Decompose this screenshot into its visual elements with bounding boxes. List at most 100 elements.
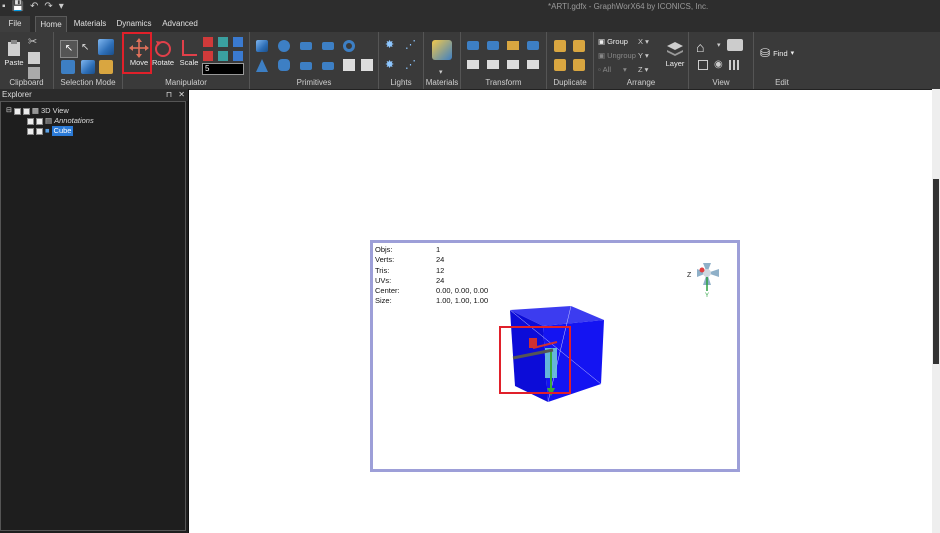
- snap-scale-icon[interactable]: [233, 37, 243, 47]
- lock-icon[interactable]: [22, 107, 30, 115]
- duplicate-array-icon[interactable]: [573, 40, 585, 52]
- eye-icon[interactable]: ◉: [714, 59, 726, 71]
- select-face-icon[interactable]: [81, 60, 95, 74]
- select-pointer-icon[interactable]: ↖: [60, 40, 78, 58]
- ungroup-icon: ▣: [598, 51, 606, 60]
- customize-dropdown-icon[interactable]: ▾: [59, 1, 64, 13]
- close-icon[interactable]: ✕: [178, 90, 185, 99]
- tree-item-3d-view[interactable]: ⊟ ▦ 3D View: [6, 106, 69, 116]
- group-selection-mode: ↖ ↖ Selection Mode: [54, 32, 123, 89]
- decrease-rotate-icon[interactable]: [218, 51, 228, 61]
- copy-icon[interactable]: [28, 52, 40, 64]
- visibility-icon[interactable]: [27, 127, 34, 135]
- lock-icon[interactable]: [36, 127, 43, 135]
- stat-key: Objs:: [375, 245, 393, 254]
- group-lights: ✸ ⋰ ✸ ⋰ Lights: [379, 32, 424, 89]
- duplicate-circular-icon[interactable]: [554, 59, 566, 71]
- camera-icon[interactable]: [727, 39, 743, 51]
- duplicate-icon[interactable]: [554, 40, 566, 52]
- spot-light-icon[interactable]: ⋰: [405, 59, 417, 71]
- point-light-icon[interactable]: ✸: [385, 39, 397, 51]
- ambient-light-icon[interactable]: ✸: [385, 59, 397, 71]
- decrease-scale-icon[interactable]: [233, 51, 243, 61]
- reset-transform-icon[interactable]: [527, 60, 539, 69]
- group-button[interactable]: ▣ Group: [598, 37, 628, 46]
- primitive-wedge-icon[interactable]: [300, 62, 312, 70]
- all-dropdown-icon: ▾: [623, 65, 627, 74]
- primitive-cone-icon[interactable]: [256, 59, 268, 72]
- primitive-cylinder-icon[interactable]: [278, 59, 290, 71]
- paste-button[interactable]: Paste: [3, 38, 25, 67]
- directional-light-icon[interactable]: ⋰: [405, 39, 417, 51]
- visibility-icon[interactable]: [27, 117, 34, 125]
- rotate-180-icon[interactable]: [487, 60, 499, 69]
- tree-item-cube[interactable]: ■ Cube: [27, 126, 74, 136]
- mirror-icon[interactable]: [507, 60, 519, 69]
- stat-row: Size: 1.00, 1.00, 1.00: [375, 296, 488, 306]
- materials-icon[interactable]: [432, 40, 452, 60]
- layer-button[interactable]: Layer: [664, 39, 686, 68]
- home-view-icon[interactable]: ⌂: [696, 39, 712, 55]
- tree-item-annotations[interactable]: ▤ Annotations: [27, 116, 94, 126]
- tab-home[interactable]: Home: [35, 16, 67, 33]
- select-material-icon[interactable]: [99, 60, 113, 74]
- distribute-icon[interactable]: [527, 41, 539, 50]
- tab-advanced[interactable]: Advanced: [160, 16, 200, 32]
- scale-button[interactable]: Scale: [178, 38, 200, 67]
- group-transform: Transform: [461, 32, 547, 89]
- select-vertex-icon[interactable]: [61, 60, 75, 74]
- duplicate-grid-icon[interactable]: [573, 59, 585, 71]
- explorer-panel: Explorer ⊓ ✕ ⊟ ▦ 3D View ▤ Annotations ■…: [0, 89, 189, 533]
- collapse-icon[interactable]: ⊟: [6, 106, 12, 116]
- group-label: Group: [607, 37, 628, 46]
- find-button[interactable]: ⛁ Find ▾: [760, 46, 794, 60]
- save-icon[interactable]: 💾: [12, 1, 24, 13]
- snap-move-icon[interactable]: [203, 37, 213, 47]
- scrollbar-thumb[interactable]: [933, 179, 939, 364]
- grid-icon[interactable]: [729, 60, 739, 70]
- pin-icon[interactable]: ⊓: [166, 90, 172, 99]
- align-y-button[interactable]: Y ▾: [638, 51, 649, 60]
- lock-icon[interactable]: [36, 117, 43, 125]
- redo-icon[interactable]: ↷: [44, 1, 52, 13]
- flip-horizontal-icon[interactable]: [467, 41, 479, 50]
- flip-vertical-icon[interactable]: [487, 41, 499, 50]
- group-materials-label: Materials: [425, 78, 459, 87]
- stat-value: 1.00, 1.00, 1.00: [436, 296, 489, 306]
- snap-value-input[interactable]: 5: [202, 63, 244, 75]
- vertical-scrollbar[interactable]: [932, 89, 940, 533]
- align-z-button[interactable]: Z ▾: [638, 65, 648, 74]
- rotate-icon: [152, 38, 174, 58]
- primitive-disk-icon[interactable]: [322, 42, 334, 50]
- ungroup-button[interactable]: ▣ Ungroup: [598, 51, 636, 60]
- tab-dynamics[interactable]: Dynamics: [114, 16, 154, 32]
- primitive-torus-icon[interactable]: [343, 40, 355, 52]
- tab-file[interactable]: File: [0, 16, 30, 32]
- annotations-icon: ▤: [45, 116, 53, 125]
- select-arrow-icon[interactable]: ↖: [81, 42, 93, 54]
- axis-gizmo[interactable]: Z Y: [683, 257, 729, 299]
- select-object-icon[interactable]: [98, 39, 114, 55]
- tab-materials[interactable]: Materials: [70, 16, 110, 32]
- rotate-90-icon[interactable]: [467, 60, 479, 69]
- tree-item-label: Cube: [51, 126, 74, 136]
- rotate-button[interactable]: Rotate: [152, 38, 174, 67]
- primitive-cube-icon[interactable]: [256, 40, 268, 52]
- viewport-3d[interactable]: Objs: 1 Verts: 24 Tris: 12 UVs: 24 Center: 0.…: [370, 240, 740, 472]
- snap-rotate-icon[interactable]: [218, 37, 228, 47]
- primitive-sphere-icon[interactable]: [278, 40, 290, 52]
- cut-icon[interactable]: ✂: [28, 36, 40, 48]
- primitive-text-icon[interactable]: [343, 59, 355, 71]
- object-stats: Objs: 1 Verts: 24 Tris: 12 UVs: 24 Center: 0.…: [375, 245, 488, 307]
- primitive-pipe-icon[interactable]: [322, 62, 334, 70]
- align-x-button[interactable]: X ▾: [638, 37, 649, 46]
- align-icon[interactable]: [507, 41, 519, 50]
- all-button[interactable]: ▫ All ▾: [598, 65, 627, 74]
- zoom-extents-icon[interactable]: [698, 60, 708, 70]
- primitive-import-icon[interactable]: [361, 59, 373, 71]
- materials-dropdown-icon[interactable]: ▾: [439, 68, 443, 76]
- primitive-plane-icon[interactable]: [300, 42, 312, 50]
- undo-icon[interactable]: ↶: [30, 1, 38, 13]
- visibility-icon[interactable]: [13, 107, 21, 115]
- decrease-move-icon[interactable]: [203, 51, 213, 61]
